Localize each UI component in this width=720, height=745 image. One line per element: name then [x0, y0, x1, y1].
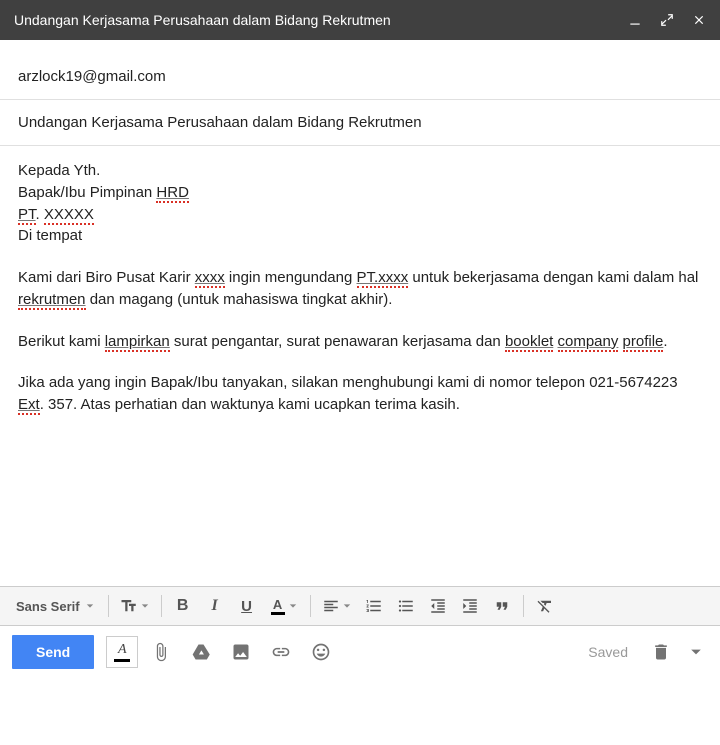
text	[618, 333, 622, 350]
trash-icon	[651, 642, 671, 662]
font-family-label: Sans Serif	[16, 599, 80, 614]
attach-file-button[interactable]	[144, 635, 178, 669]
chevron-down-icon	[141, 602, 149, 610]
insert-drive-button[interactable]	[184, 635, 218, 669]
align-left-icon	[322, 597, 340, 615]
discard-draft-button[interactable]	[644, 635, 678, 669]
text: untuk bekerjasama dengan kami dalam hal	[408, 269, 698, 286]
message-body[interactable]: Kepada Yth. Bapak/Ibu Pimpinan HRD PT. X…	[0, 146, 720, 586]
text	[553, 333, 557, 350]
bottom-toolbar: Send A Saved	[0, 626, 720, 678]
text-size-icon	[120, 597, 138, 615]
expand-icon[interactable]	[660, 13, 674, 27]
separator	[108, 595, 109, 617]
chevron-down-icon	[690, 646, 702, 658]
send-button[interactable]: Send	[12, 635, 94, 669]
align-button[interactable]	[317, 592, 357, 620]
remove-formatting-button[interactable]	[530, 592, 560, 620]
text: XXXXX	[44, 206, 94, 225]
text: HRD	[156, 184, 189, 203]
chevron-down-icon	[289, 602, 297, 610]
more-options-button[interactable]	[684, 635, 708, 669]
text-color-button[interactable]: A	[264, 592, 304, 620]
text: dan magang (untuk mahasiswa tingkat akhi…	[86, 291, 393, 308]
indent-more-button[interactable]	[455, 592, 485, 620]
text: Di tempat	[18, 227, 82, 244]
text: Ext	[18, 396, 40, 415]
bulleted-list-button[interactable]	[391, 592, 421, 620]
text: ingin mengundang	[225, 269, 357, 286]
text-a-icon: A	[118, 643, 127, 657]
insert-emoji-button[interactable]	[304, 635, 338, 669]
italic-button[interactable]: I	[200, 592, 230, 620]
paragraph-3: Jika ada yang ingin Bapak/Ibu tanyakan, …	[18, 372, 702, 416]
insert-link-button[interactable]	[264, 635, 298, 669]
separator	[310, 595, 311, 617]
bulleted-list-icon	[397, 597, 415, 615]
to-value: arzlock19@gmail.com	[18, 68, 166, 85]
paragraph-2: Berikut kami lampirkan surat pengantar, …	[18, 331, 702, 353]
separator	[161, 595, 162, 617]
link-icon	[271, 642, 291, 662]
color-bar	[114, 659, 130, 662]
indent-decrease-icon	[429, 597, 447, 615]
format-toolbar: Sans Serif B I U A	[0, 586, 720, 626]
paperclip-icon	[151, 642, 171, 662]
saved-label: Saved	[588, 644, 628, 660]
font-family-selector[interactable]: Sans Serif	[8, 592, 102, 620]
numbered-list-button[interactable]	[359, 592, 389, 620]
underline-button[interactable]: U	[232, 592, 262, 620]
text: . 357. Atas perhatian dan waktunya kami …	[40, 396, 460, 413]
close-icon[interactable]	[692, 13, 706, 27]
text: lampirkan	[105, 333, 170, 352]
text: Bapak/Ibu Pimpinan	[18, 184, 156, 201]
insert-photo-button[interactable]	[224, 635, 258, 669]
indent-less-button[interactable]	[423, 592, 453, 620]
numbered-list-icon	[365, 597, 383, 615]
quote-button[interactable]	[487, 592, 517, 620]
text: .	[663, 333, 667, 350]
compose-titlebar: Undangan Kerjasama Perusahaan dalam Bida…	[0, 0, 720, 40]
subject-value: Undangan Kerjasama Perusahaan dalam Bida…	[18, 114, 422, 131]
to-field[interactable]: arzlock19@gmail.com	[0, 40, 720, 100]
compose-title: Undangan Kerjasama Perusahaan dalam Bida…	[14, 12, 628, 28]
text: rekrutmen	[18, 291, 86, 310]
subject-field[interactable]: Undangan Kerjasama Perusahaan dalam Bida…	[0, 100, 720, 146]
paragraph-1: Kami dari Biro Pusat Karir xxxx ingin me…	[18, 267, 702, 311]
titlebar-controls	[628, 13, 706, 27]
text: profile	[623, 333, 664, 352]
greeting-block: Kepada Yth. Bapak/Ibu Pimpinan HRD PT. X…	[18, 160, 702, 247]
text: surat pengantar, surat penawaran kerjasa…	[170, 333, 505, 350]
text: Berikut kami	[18, 333, 105, 350]
text: .	[36, 206, 44, 223]
chevron-down-icon	[343, 602, 351, 610]
text: Kepada Yth.	[18, 162, 100, 179]
indent-increase-icon	[461, 597, 479, 615]
clear-format-icon	[536, 597, 554, 615]
text: xxxx	[195, 269, 225, 288]
text: PT	[18, 206, 36, 225]
text: booklet	[505, 333, 553, 352]
text: Kami dari Biro Pusat Karir	[18, 269, 195, 286]
text: PT.xxxx	[357, 269, 409, 288]
image-icon	[231, 642, 251, 662]
text: company	[558, 333, 619, 352]
minimize-icon[interactable]	[628, 13, 642, 27]
text: Jika ada yang ingin Bapak/Ibu tanyakan, …	[18, 374, 678, 391]
emoji-icon	[311, 642, 331, 662]
separator	[523, 595, 524, 617]
bold-button[interactable]: B	[168, 592, 198, 620]
quote-icon	[493, 597, 511, 615]
drive-icon	[191, 642, 211, 662]
chevron-down-icon	[86, 602, 94, 610]
font-size-button[interactable]	[115, 592, 155, 620]
toggle-formatting-button[interactable]: A	[106, 636, 138, 668]
